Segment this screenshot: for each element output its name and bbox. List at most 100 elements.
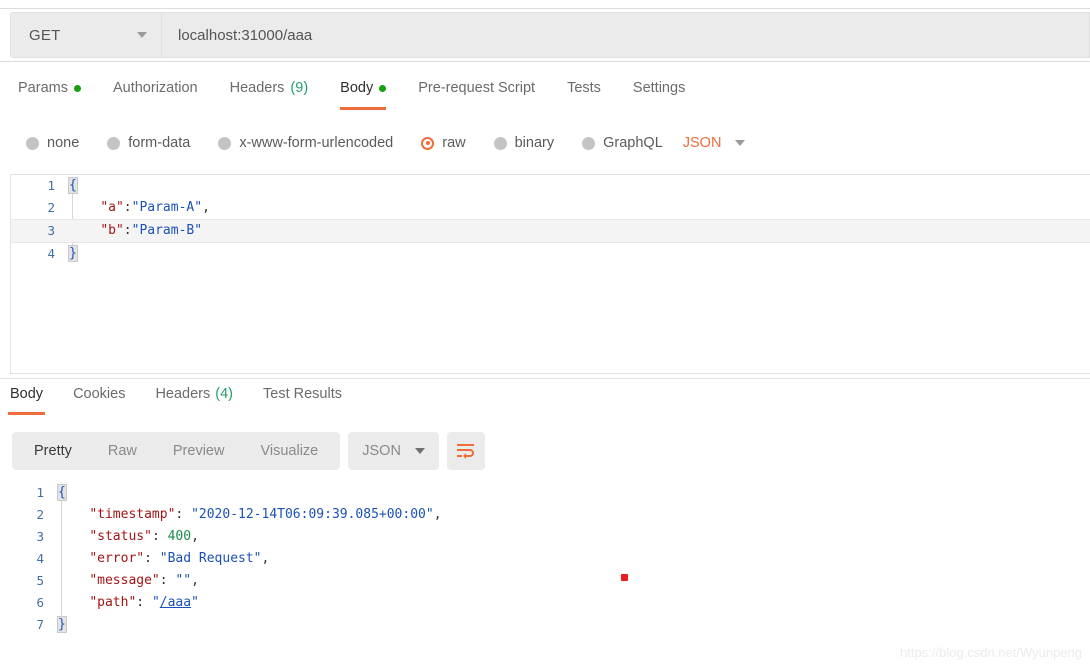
code-text: "status": 400,	[56, 526, 1090, 548]
response-tab-body[interactable]: Body	[8, 386, 46, 415]
body-type-row: none form-data x-www-form-urlencoded raw bin…	[0, 128, 1090, 158]
tab-label: Settings	[632, 80, 686, 96]
response-view-preview[interactable]: Preview	[155, 432, 243, 470]
line-number: 1	[47, 178, 55, 193]
code-text: "b":"Param-B"	[67, 220, 1090, 242]
body-type-label: binary	[514, 135, 555, 151]
code-token: {	[57, 484, 67, 501]
response-view-raw[interactable]: Raw	[90, 432, 155, 470]
code-text: {	[67, 175, 1090, 197]
code-token: /aaa	[159, 595, 192, 610]
line-number: 4	[36, 551, 44, 566]
code-token: :	[151, 529, 168, 544]
radio-icon[interactable]	[493, 136, 507, 150]
code-line: 4 "error": "Bad Request",	[0, 548, 1090, 570]
line-number: 4	[47, 246, 55, 261]
request-tab-pre-request-script[interactable]: Pre-request Script	[418, 80, 535, 106]
code-line: 7}	[0, 614, 1090, 636]
chevron-down-icon	[735, 140, 746, 146]
code-token: ,	[191, 529, 199, 544]
line-number: 1	[36, 485, 44, 500]
tab-label: Headers	[155, 386, 211, 402]
request-url-value: localhost:31000/aaa	[178, 26, 313, 44]
code-text: }	[56, 614, 1090, 636]
line-number: 6	[36, 595, 44, 610]
response-format-label: JSON	[362, 443, 401, 459]
code-token: "Bad Request"	[159, 551, 262, 566]
tab-label: Authorization	[112, 80, 198, 96]
modified-dot-icon	[73, 84, 81, 92]
response-tab-headers[interactable]: Headers (4)	[153, 386, 235, 412]
code-token: ,	[202, 200, 210, 215]
request-tab-tests[interactable]: Tests	[567, 80, 601, 106]
request-body-editor[interactable]: 1 {2 "a":"Param-A", 3 "b":"Param-B" 4}	[10, 174, 1090, 374]
tab-label: Cookies	[73, 386, 126, 402]
radio-icon[interactable]	[582, 136, 596, 150]
http-method-label: GET	[29, 26, 61, 44]
tab-label: Test Results	[263, 386, 342, 402]
tab-count: (4)	[215, 386, 233, 402]
radio-icon[interactable]	[218, 136, 232, 150]
request-tab-body[interactable]: Body	[340, 80, 387, 110]
radio-icon[interactable]	[107, 136, 121, 150]
line-number: 7	[36, 617, 44, 632]
code-text: "a":"Param-A",	[67, 197, 1090, 219]
code-line: 6 "path": "/aaa"	[0, 592, 1090, 614]
radio-icon[interactable]	[26, 136, 39, 150]
tab-label: Body	[340, 80, 374, 96]
body-type-x-www-form-urlencoded[interactable]: x-www-form-urlencoded	[218, 135, 393, 151]
code-token: :	[136, 595, 152, 610]
response-view-pretty[interactable]: Pretty	[16, 432, 90, 470]
request-tab-params[interactable]: Params	[18, 80, 81, 106]
request-tab-authorization[interactable]: Authorization	[113, 80, 198, 106]
code-text: }	[67, 243, 1090, 265]
request-tab-bar: Params Authorization Headers (9) Body Pre-req…	[0, 80, 1090, 116]
code-line: 3 "status": 400,	[0, 526, 1090, 548]
code-line: 2 "a":"Param-A",	[11, 197, 1090, 219]
body-type-form-data[interactable]: form-data	[107, 135, 190, 151]
request-tab-settings[interactable]: Settings	[633, 80, 685, 106]
response-view-visualize[interactable]: Visualize	[242, 432, 336, 470]
code-token: "path"	[89, 595, 137, 610]
request-tab-headers[interactable]: Headers (9)	[230, 80, 309, 106]
code-token: "Param-B"	[131, 223, 203, 238]
code-token: "	[191, 595, 199, 610]
request-url-input[interactable]: localhost:31000/aaa	[162, 12, 1090, 58]
response-format-select[interactable]: JSON	[348, 432, 439, 470]
word-wrap-button[interactable]	[446, 432, 485, 470]
body-type-none[interactable]: none	[26, 135, 79, 151]
code-token: ,	[191, 573, 199, 588]
response-toolbar: Pretty Raw Preview Visualize JSON	[12, 432, 485, 470]
watermark: https://blog.csdn.net/Wyunpeng	[900, 645, 1082, 660]
code-token: "message"	[89, 573, 160, 588]
code-token: "b"	[100, 223, 124, 238]
code-token: }	[68, 245, 78, 262]
body-format-select[interactable]: JSON	[683, 135, 746, 151]
request-code-area: 1 {2 "a":"Param-A", 3 "b":"Param-B" 4}	[11, 175, 1090, 265]
body-type-label: form-data	[128, 135, 191, 151]
body-type-binary[interactable]: binary	[493, 135, 555, 151]
code-token: "	[151, 595, 160, 610]
panel-divider	[0, 378, 1090, 379]
body-type-label: x-www-form-urlencoded	[239, 135, 394, 151]
code-line: 3 "b":"Param-B"	[11, 219, 1090, 243]
http-method-select[interactable]: GET	[10, 12, 162, 58]
code-token: 400	[167, 529, 192, 544]
code-token: ,	[433, 507, 442, 522]
tab-label: Pre-request Script	[418, 80, 536, 96]
chevron-down-icon	[414, 448, 425, 454]
response-body-viewer[interactable]: 1{2 "timestamp": "2020-12-14T06:09:39.08…	[0, 482, 1090, 652]
request-url-bar: GET localhost:31000/aaa	[0, 8, 1090, 62]
response-tab-test-results[interactable]: Test Results	[261, 386, 344, 412]
code-token: "timestamp"	[89, 507, 176, 522]
radio-icon[interactable]	[421, 136, 435, 150]
response-tab-cookies[interactable]: Cookies	[71, 386, 127, 412]
line-number: 3	[36, 529, 44, 544]
code-token: "2020-12-14T06:09:39.085+00:00"	[191, 507, 434, 522]
body-type-raw[interactable]: raw	[421, 135, 466, 151]
body-type-graphql[interactable]: GraphQL	[582, 135, 663, 151]
